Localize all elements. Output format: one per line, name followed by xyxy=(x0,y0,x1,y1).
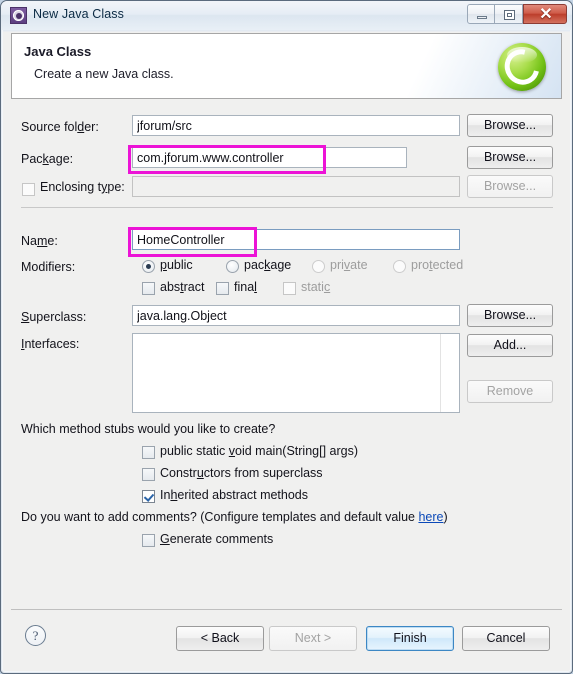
stub-checkbox-constructors[interactable] xyxy=(142,468,155,481)
modifier-radio-public[interactable] xyxy=(142,260,155,273)
modifier-label-protected: protected xyxy=(411,258,464,272)
modifier-label-abstract: abstract xyxy=(160,280,205,294)
modifier-radio-private xyxy=(312,260,325,273)
enclosing-type-checkbox[interactable] xyxy=(22,183,35,196)
back-button[interactable]: < Back xyxy=(176,626,264,651)
modifier-label-private: private xyxy=(330,258,368,272)
source-folder-label: Source folder: xyxy=(21,120,99,134)
help-icon[interactable]: ? xyxy=(25,625,46,646)
maximize-button[interactable] xyxy=(495,4,523,24)
modifier-checkbox-static xyxy=(283,282,296,295)
close-icon: ✕ xyxy=(539,6,553,23)
modifier-checkbox-abstract[interactable] xyxy=(142,282,155,295)
stub-checkbox-inherited[interactable] xyxy=(142,490,155,503)
finish-button[interactable]: Finish xyxy=(366,626,454,651)
comments-question-text: Do you want to add comments? (Configure … xyxy=(21,510,419,524)
superclass-browse-button[interactable]: Browse... xyxy=(467,304,553,327)
stub-label-constructors: Constructors from superclass xyxy=(160,466,323,480)
enclosing-type-browse-button: Browse... xyxy=(467,175,553,198)
name-label: Name: xyxy=(21,234,58,248)
banner-title: Java Class xyxy=(24,44,92,59)
interfaces-list[interactable] xyxy=(132,333,460,413)
minimize-button[interactable] xyxy=(467,4,495,24)
new-java-class-dialog: New Java Class ✕ Java Class Create a new… xyxy=(0,0,573,674)
footer-divider xyxy=(11,609,562,610)
modifier-checkbox-final[interactable] xyxy=(216,282,229,295)
minimize-icon xyxy=(477,16,487,19)
cancel-button[interactable]: Cancel xyxy=(462,626,550,651)
window-controls: ✕ xyxy=(467,4,567,25)
superclass-input[interactable] xyxy=(132,305,460,326)
section-divider xyxy=(21,207,553,208)
restore-icon xyxy=(504,10,515,20)
modifier-radio-protected xyxy=(393,260,406,273)
interfaces-remove-button: Remove xyxy=(467,380,553,403)
stub-label-inherited: Inherited abstract methods xyxy=(160,488,309,502)
modifier-label-final: final xyxy=(234,280,257,294)
green-c-wizard-icon xyxy=(495,40,549,94)
modifiers-label: Modifiers: xyxy=(21,260,76,274)
comments-question: Do you want to add comments? (Configure … xyxy=(21,510,448,524)
package-label: Package: xyxy=(21,152,74,166)
banner-subtitle: Create a new Java class. xyxy=(34,67,174,81)
modifier-label-package: package xyxy=(244,258,292,272)
modifier-radio-package[interactable] xyxy=(226,260,239,273)
generate-comments-checkbox[interactable] xyxy=(142,534,155,547)
close-button[interactable]: ✕ xyxy=(523,4,567,24)
package-browse-button[interactable]: Browse... xyxy=(467,146,553,169)
method-stubs-question: Which method stubs would you like to cre… xyxy=(21,422,276,436)
source-folder-input[interactable] xyxy=(132,115,460,136)
source-folder-browse-button[interactable]: Browse... xyxy=(467,114,553,137)
next-button: Next > xyxy=(269,626,357,651)
enclosing-type-input[interactable] xyxy=(132,176,460,197)
java-class-icon xyxy=(10,7,27,24)
package-input[interactable] xyxy=(132,147,407,168)
modifier-label-public: public xyxy=(160,258,193,272)
name-input[interactable] xyxy=(132,229,460,250)
superclass-label: Superclass: xyxy=(21,310,87,324)
generate-comments-label: Generate comments xyxy=(160,532,274,546)
configure-templates-link[interactable]: here xyxy=(418,510,443,524)
stub-checkbox-main[interactable] xyxy=(142,446,155,459)
enclosing-type-label: Enclosing type: xyxy=(40,180,125,194)
stub-label-main: public static void main(String[] args) xyxy=(160,444,358,458)
comments-question-tail: ) xyxy=(443,510,448,524)
modifier-label-static: static xyxy=(301,280,331,294)
window-title: New Java Class xyxy=(33,7,125,21)
wizard-banner: Java Class Create a new Java class. xyxy=(11,33,562,99)
dialog-content: Source folder: Browse... Package: Browse… xyxy=(11,100,562,610)
interfaces-label: Interfaces: xyxy=(21,337,80,351)
interfaces-add-button[interactable]: Add... xyxy=(467,334,553,357)
title-bar: New Java Class ✕ xyxy=(1,1,572,30)
